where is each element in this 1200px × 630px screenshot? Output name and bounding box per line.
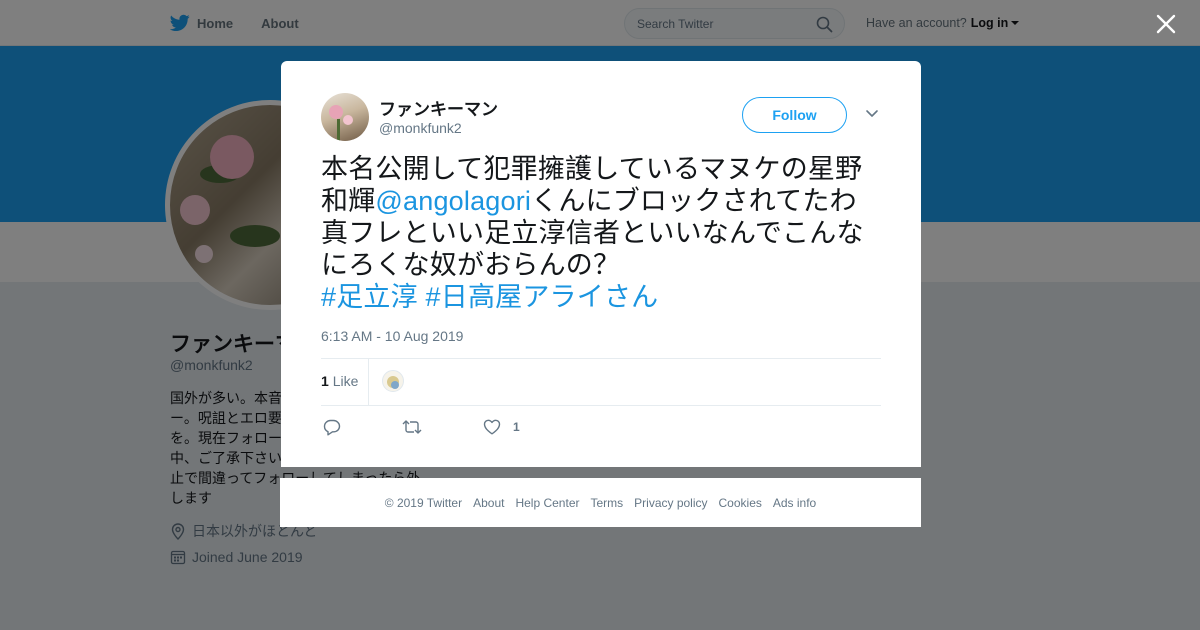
tweet-text: 本名公開して犯罪擁護しているマヌケの星野 和輝@angolagoriくんにブロッ… [321,153,886,313]
heart-icon[interactable] [483,419,501,435]
tweet-text-line: にろくな奴がおらんの？ [321,250,621,280]
chevron-down-icon[interactable] [865,109,879,119]
retweet-button[interactable] [402,419,422,435]
tweet-author-handle[interactable]: @monkfunk2 [379,120,462,136]
hashtag-link[interactable]: #日高屋アライさん [426,282,659,312]
hashtag-link[interactable]: #足立淳 [321,282,418,312]
divider [321,405,881,406]
divider [321,358,881,359]
tweet-hashtags: #足立淳 #日高屋アライさん [321,281,886,313]
like-button[interactable]: 1 [483,419,520,435]
footer-help-link[interactable]: Help Center [515,496,579,510]
liker-avatar[interactable] [382,370,404,392]
footer-terms-link[interactable]: Terms [590,496,623,510]
retweet-icon[interactable] [402,419,422,435]
footer-cookies-link[interactable]: Cookies [719,496,762,510]
tweet-text-segment: くんにブロックされてたわ [531,186,857,216]
footer-privacy-link[interactable]: Privacy policy [634,496,707,510]
follow-button[interactable]: Follow [742,97,847,133]
reply-icon[interactable] [323,419,341,436]
tweet-modal: ファンキーマン @monkfunk2 Follow 本名公開して犯罪擁護している… [281,61,921,467]
modal-footer: © 2019 Twitter About Help Center Terms P… [280,478,921,527]
footer-ads-link[interactable]: Ads info [773,496,816,510]
tweet-text-line: 真フレといい足立淳信者といいなんでこんな [321,218,864,248]
tweet-author-avatar[interactable] [321,93,369,141]
tweet-author-name[interactable]: ファンキーマン [379,95,498,120]
tweet-text-segment: 和輝 [321,186,376,216]
likes-number: 1 [321,373,329,389]
like-count: 1 [513,420,520,434]
reply-button[interactable] [323,419,341,436]
divider [368,358,369,405]
likes-stat[interactable]: 1 Like [321,373,358,389]
footer-about-link[interactable]: About [473,496,504,510]
footer-copyright: © 2019 Twitter [384,495,463,510]
tweet-text-line: 和輝@angolagoriくんにブロックされてたわ [321,185,886,217]
close-icon[interactable] [1156,14,1176,34]
likes-label: Like [332,373,359,389]
tweet-text-line: 本名公開して犯罪擁護しているマヌケの星野 [321,154,863,184]
tweet-timestamp[interactable]: 6:13 AM - 10 Aug 2019 [321,328,463,344]
mention-link[interactable]: @angolagori [375,186,531,216]
